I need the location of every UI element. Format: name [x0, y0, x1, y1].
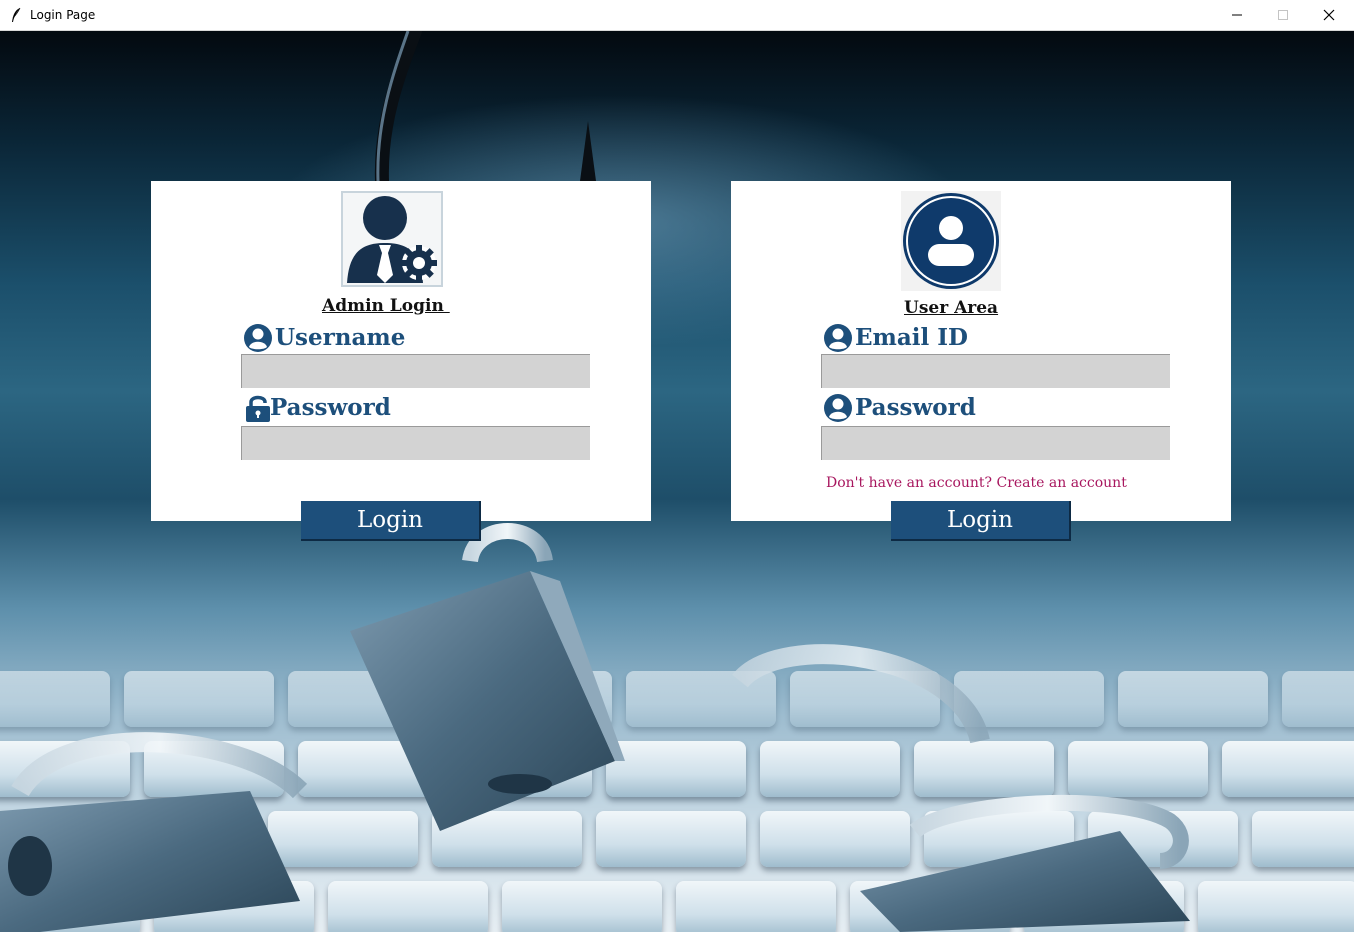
admin-password-input[interactable] — [241, 426, 590, 460]
user-area-panel: User Area Email ID Password Don't have a… — [731, 181, 1231, 521]
password-label: Password — [270, 394, 391, 421]
feather-icon — [12, 7, 21, 22]
admin-avatar — [341, 191, 443, 287]
admin-login-panel: Admin Login Username Password — [151, 181, 651, 521]
user-avatar — [901, 191, 1001, 291]
maximize-button[interactable] — [1260, 0, 1306, 30]
close-icon — [1323, 9, 1335, 21]
minimize-icon — [1232, 14, 1242, 16]
admin-username-input[interactable] — [241, 354, 590, 388]
padlock-icon — [246, 395, 270, 422]
maximize-icon — [1278, 10, 1288, 20]
title-bar: Login Page — [0, 0, 1354, 31]
user-password-input[interactable] — [821, 426, 1170, 460]
user-circle-icon — [824, 324, 852, 352]
user-area-heading: User Area — [904, 298, 999, 318]
window-title: Login Page — [30, 8, 96, 22]
create-account-link[interactable]: Don't have an account? Create an account — [826, 475, 1127, 491]
user-login-button[interactable]: Login — [891, 501, 1071, 541]
email-label: Email ID — [855, 324, 968, 351]
user-circle-icon — [244, 324, 272, 352]
username-label: Username — [275, 324, 406, 351]
password-label: Password — [855, 394, 976, 421]
minimize-button[interactable] — [1214, 0, 1260, 30]
admin-gear-avatar-icon — [347, 196, 437, 283]
user-circle-avatar-icon — [903, 193, 999, 289]
close-button[interactable] — [1306, 0, 1352, 30]
user-circle-icon — [824, 394, 852, 422]
admin-login-heading: Admin Login — [322, 296, 450, 316]
admin-login-button[interactable]: Login — [301, 501, 481, 541]
padlocks-illustration — [0, 523, 1190, 932]
user-email-input[interactable] — [821, 354, 1170, 388]
